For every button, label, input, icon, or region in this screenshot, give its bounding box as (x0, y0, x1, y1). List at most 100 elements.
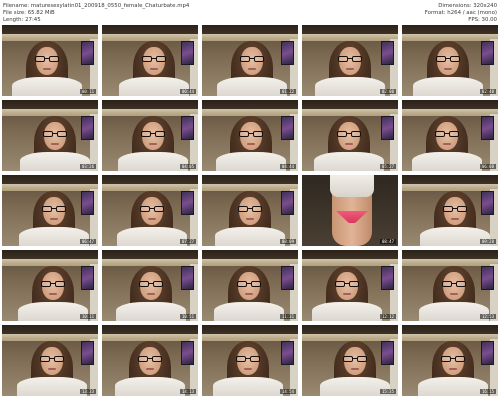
mouth (449, 368, 457, 370)
white-shirt (115, 377, 185, 396)
white-shirt (17, 377, 87, 396)
frame-timestamp: 15:35 (379, 389, 396, 394)
mouth (443, 143, 451, 145)
dimensions-label: Dimensions: 320x240 (438, 3, 497, 9)
mouth (150, 68, 158, 70)
video-frame-thumbnail: 16:15 (402, 325, 498, 396)
white-shirt (312, 302, 382, 321)
frame-timestamp: 01:22 (279, 89, 296, 94)
mouth (43, 68, 51, 70)
glasses-icon (442, 281, 466, 287)
glasses-icon (435, 131, 459, 137)
wall-poster (481, 41, 494, 65)
ceiling-light (202, 34, 298, 41)
mouth (244, 368, 252, 370)
ceiling-light (402, 109, 498, 116)
ceiling-light (202, 184, 298, 191)
mouth (147, 293, 155, 295)
mouth (50, 218, 58, 220)
frame-timestamp: 12:53 (479, 314, 496, 319)
mouth (51, 143, 59, 145)
mouth (444, 68, 452, 70)
mouth (346, 68, 354, 70)
white-shirt (418, 377, 488, 396)
video-frame-thumbnail: 04:05 (102, 100, 198, 171)
video-frame-thumbnail: 14:13 (102, 325, 198, 396)
filename-label: Filename: maturesexylatin01_200918_0550_… (3, 3, 190, 9)
glasses-icon (237, 281, 261, 287)
glasses-icon (138, 356, 162, 362)
mouth (345, 143, 353, 145)
white-shirt (215, 227, 285, 246)
frame-timestamp: 10:51 (179, 314, 196, 319)
video-frame-thumbnail: 08:09 (202, 175, 298, 246)
glasses-icon (335, 281, 359, 287)
glasses-icon (142, 56, 166, 62)
mouth (451, 218, 459, 220)
white-shirt (315, 77, 385, 96)
ceiling-light (2, 334, 98, 341)
wall-poster (281, 41, 294, 65)
white-shirt (413, 77, 483, 96)
wall-poster (181, 341, 194, 365)
mouth (49, 293, 57, 295)
wall-poster (381, 266, 394, 290)
video-frame-thumbnail: 09:28 (402, 175, 498, 246)
glasses-icon (236, 356, 260, 362)
video-frame-thumbnail: 03:26 (2, 100, 98, 171)
video-frame-thumbnail: 05:27 (302, 100, 398, 171)
file-size-label: File size: 65.82 MiB (3, 10, 55, 16)
video-frame-thumbnail: 06:47 (2, 175, 98, 246)
video-frame-thumbnail: 07:27 (102, 175, 198, 246)
mouth (450, 293, 458, 295)
video-frame-thumbnail: 13:33 (2, 325, 98, 396)
white-shirt (19, 227, 89, 246)
wall-poster (381, 41, 394, 65)
video-frame-thumbnail: 04:44 (202, 100, 298, 171)
frame-timestamp: 04:44 (279, 164, 296, 169)
frame-timestamp: 16:15 (479, 389, 496, 394)
frame-timestamp: 04:05 (179, 164, 196, 169)
glasses-icon (139, 281, 163, 287)
frame-timestamp: 05:27 (379, 164, 396, 169)
mouth (246, 218, 254, 220)
glasses-icon (343, 356, 367, 362)
white-shirt (12, 77, 82, 96)
mouth (245, 293, 253, 295)
white-shirt (18, 302, 88, 321)
glasses-icon (441, 356, 465, 362)
ceiling-light (2, 109, 98, 116)
wall-poster (81, 341, 94, 365)
ceiling-light (302, 34, 398, 41)
contact-sheet-header: Filename: maturesexylatin01_200918_0550_… (0, 0, 500, 26)
white-shirt (412, 152, 482, 171)
frame-timestamp: 03:26 (79, 164, 96, 169)
wall-poster (81, 116, 94, 140)
wall-poster (181, 191, 194, 215)
video-frame-thumbnail: 12:53 (402, 250, 498, 321)
wall-poster (181, 116, 194, 140)
ceiling-light (202, 259, 298, 266)
video-frame-thumbnail: 10:11 (2, 250, 98, 321)
format-label: Format: h264 / aac (mono) (424, 10, 497, 16)
white-shirt (314, 152, 384, 171)
mouth (149, 143, 157, 145)
frame-timestamp: 06:08 (479, 164, 496, 169)
frame-timestamp: 13:33 (79, 389, 96, 394)
glasses-icon (41, 281, 65, 287)
glasses-icon (338, 56, 362, 62)
frame-timestamp: 14:54 (279, 389, 296, 394)
wall-poster (481, 266, 494, 290)
frame-timestamp: 06:47 (79, 239, 96, 244)
glasses-icon (40, 356, 64, 362)
glasses-icon (436, 56, 460, 62)
frame-timestamp: 00:11 (79, 89, 96, 94)
video-frame-thumbnail: 02:00 (302, 25, 398, 96)
ceiling-light (302, 109, 398, 116)
glasses-icon (238, 206, 262, 212)
mouth (146, 368, 154, 370)
video-frame-thumbnail: 00:44 (102, 25, 198, 96)
frame-timestamp: 02:40 (479, 89, 496, 94)
wall-poster (281, 116, 294, 140)
ceiling-light (102, 259, 198, 266)
